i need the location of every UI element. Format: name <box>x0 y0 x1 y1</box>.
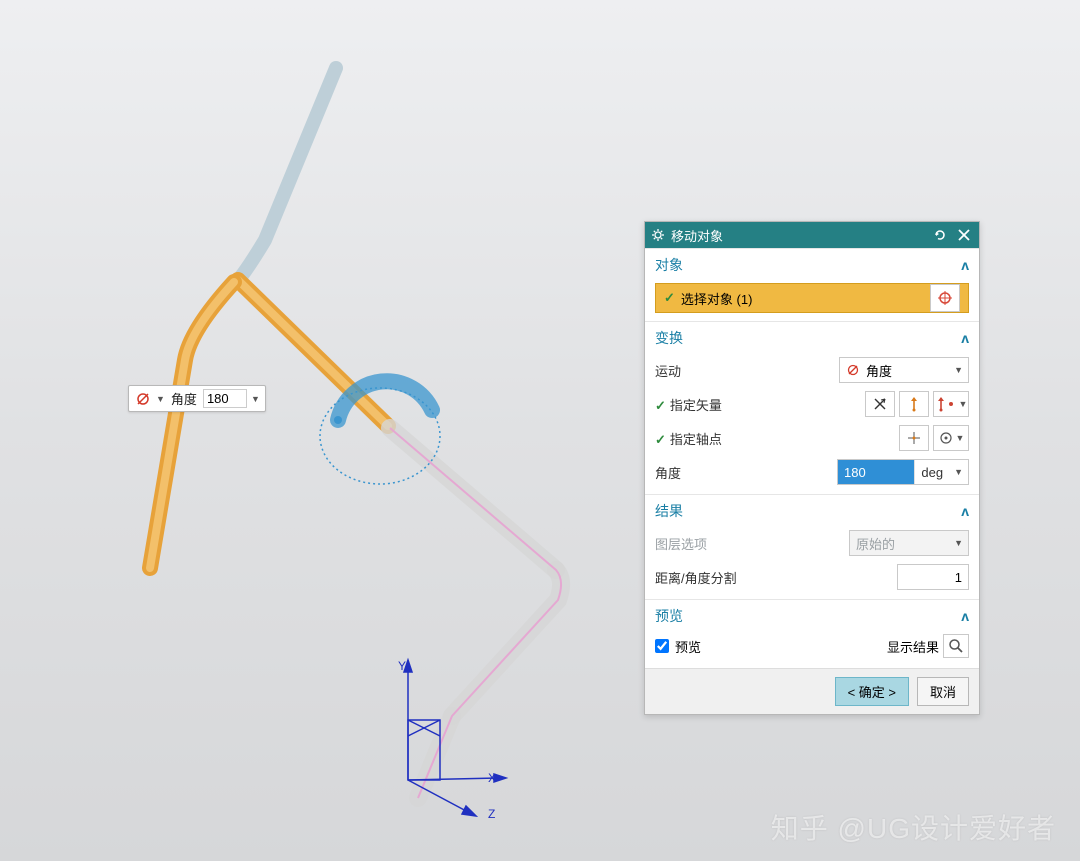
point-pick-icon[interactable] <box>899 425 929 451</box>
gear-icon[interactable] <box>651 228 665 242</box>
section-header-result[interactable]: 结果 ʌ <box>645 494 979 525</box>
select-target-icon[interactable] <box>930 284 960 312</box>
ok-button[interactable]: < 确定 > <box>835 677 909 706</box>
magnifier-icon[interactable] <box>943 634 969 658</box>
show-result-label: 显示结果 <box>887 637 939 656</box>
mini-angle-dropdown-arrow[interactable]: ▼ <box>251 394 260 404</box>
move-object-dialog: 移动对象 对象 ʌ ✓ 选择对象 (1) 变换 ʌ 运动 <box>644 221 980 715</box>
chevron-up-icon: ʌ <box>961 330 969 346</box>
angle-input[interactable]: 180 deg ▼ <box>837 459 969 485</box>
section-header-object[interactable]: 对象 ʌ <box>645 248 979 279</box>
section-header-preview[interactable]: 预览 ʌ <box>645 599 979 630</box>
cancel-button[interactable]: 取消 <box>917 677 969 706</box>
vector-dir-icon[interactable]: ▼ <box>933 391 969 417</box>
select-object-label: 选择对象 (1) <box>681 289 753 308</box>
close-icon[interactable] <box>955 226 973 244</box>
reset-icon[interactable] <box>931 226 949 244</box>
axis-x-label: X <box>488 771 496 785</box>
motion-dropdown[interactable]: 角度 ▼ <box>839 357 969 383</box>
vector-axis-icon[interactable] <box>899 391 929 417</box>
section-header-transform[interactable]: 变换 ʌ <box>645 321 979 352</box>
point-menu-icon[interactable]: ▼ <box>933 425 969 451</box>
mini-angle-input[interactable] <box>203 389 247 408</box>
select-object-row[interactable]: ✓ 选择对象 (1) <box>655 283 969 313</box>
angle-mini-toolbar[interactable]: ▼ 角度 ▼ <box>128 385 266 412</box>
chevron-up-icon: ʌ <box>961 257 969 273</box>
watermark: 知乎 @UG设计爱好者 <box>771 807 1056 847</box>
distance-angle-split-input[interactable] <box>897 564 969 590</box>
dialog-titlebar[interactable]: 移动对象 <box>645 222 979 248</box>
axis-y-label: Y <box>398 659 406 673</box>
layer-option-dropdown: 原始的 ▼ <box>849 530 969 556</box>
dialog-title: 移动对象 <box>671 226 723 245</box>
motion-label: 运动 <box>655 361 681 380</box>
mini-angle-label: 角度 <box>171 389 197 408</box>
preview-checkbox-label: 预览 <box>675 637 701 656</box>
vector-label: ✓指定矢量 <box>655 395 722 414</box>
preview-checkbox[interactable] <box>655 639 669 653</box>
axis-z-label: Z <box>488 807 495 821</box>
mode-dropdown-arrow[interactable]: ▼ <box>156 394 165 404</box>
vector-pick-icon[interactable] <box>865 391 895 417</box>
angle-icon <box>846 363 860 377</box>
angle-label: 角度 <box>655 463 681 482</box>
chevron-up-icon: ʌ <box>961 608 969 624</box>
angle-mode-icon[interactable] <box>134 390 152 408</box>
axis-point-label: ✓指定轴点 <box>655 429 722 448</box>
layer-option-label: 图层选项 <box>655 534 707 553</box>
angle-unit-dropdown[interactable]: ▼ <box>949 467 968 477</box>
distance-angle-split-label: 距离/角度分割 <box>655 568 737 587</box>
chevron-up-icon: ʌ <box>961 503 969 519</box>
dialog-footer: < 确定 > 取消 <box>645 668 979 714</box>
check-icon: ✓ <box>664 290 675 306</box>
